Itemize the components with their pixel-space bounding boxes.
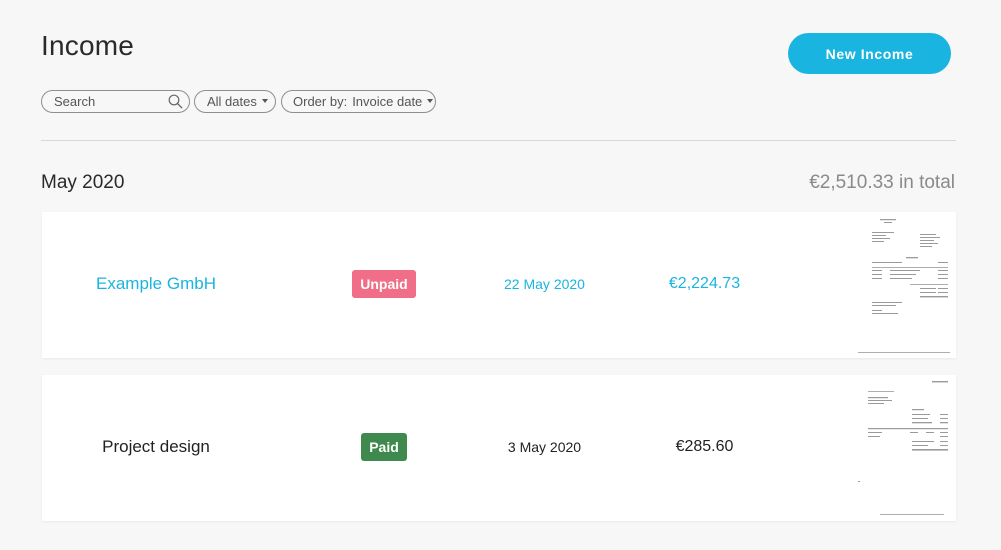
invoice-amount: €2,224.73 <box>668 275 741 292</box>
invoice-date: 3 May 2020 <box>507 439 582 455</box>
search-field[interactable] <box>41 90 190 113</box>
dates-filter-label: All dates <box>207 94 257 109</box>
chevron-down-icon <box>427 98 434 103</box>
month-group-total: €2,510.33 in total <box>809 172 955 193</box>
income-page: Income New Income All dates Order by: In… <box>0 0 1001 550</box>
dates-filter-dropdown[interactable]: All dates <box>194 90 276 113</box>
invoice-row[interactable]: Project design Paid 3 May 2020 €285.60 <box>42 375 956 521</box>
invoice-name[interactable]: Example GmbH <box>42 274 270 294</box>
search-input[interactable] <box>54 94 164 109</box>
invoice-thumbnail[interactable] <box>850 375 956 521</box>
month-group-title: May 2020 <box>41 172 125 193</box>
divider <box>41 140 956 141</box>
search-icon[interactable] <box>168 94 183 109</box>
chevron-down-icon <box>261 98 268 103</box>
status-badge: Paid <box>361 433 407 461</box>
invoice-name[interactable]: Project design <box>42 437 270 457</box>
new-income-button[interactable]: New Income <box>788 33 951 74</box>
invoice-row[interactable]: Example GmbH Unpaid 22 May 2020 €2,224.7… <box>42 212 956 358</box>
order-by-prefix: Order by: <box>293 94 348 109</box>
order-by-dropdown[interactable]: Order by: Invoice date <box>281 90 436 113</box>
status-cell: Paid <box>324 433 444 461</box>
page-title: Income <box>41 30 135 61</box>
order-by-value: Invoice date <box>352 94 423 109</box>
status-badge: Unpaid <box>352 270 416 298</box>
invoice-amount: €285.60 <box>675 438 734 455</box>
invoice-date: 22 May 2020 <box>504 276 585 292</box>
invoice-thumbnail[interactable] <box>850 212 956 358</box>
status-cell: Unpaid <box>324 270 444 298</box>
